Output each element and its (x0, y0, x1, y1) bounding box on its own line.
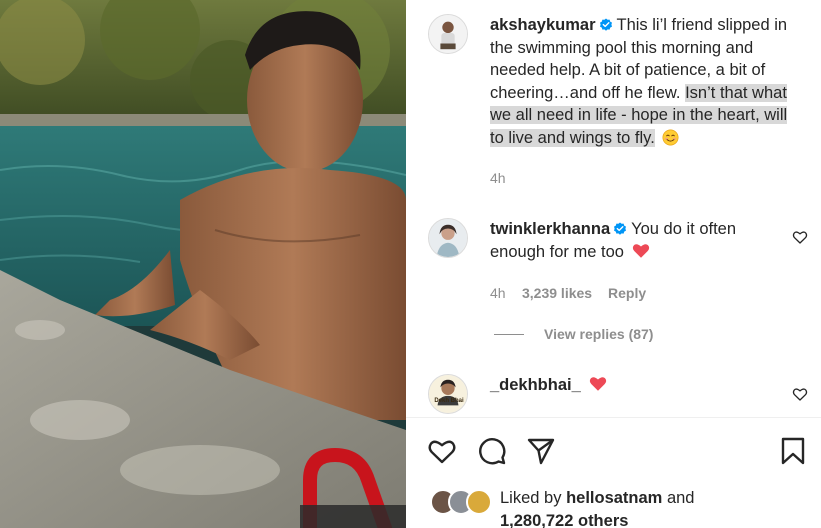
post-image[interactable] (0, 0, 406, 528)
comment-likes-count[interactable]: 3,239 likes (522, 285, 592, 301)
red-heart-icon (632, 243, 649, 258)
commenter-avatar-image (429, 375, 467, 413)
commenter-avatar-image (429, 219, 467, 257)
share-icon (527, 438, 555, 465)
bookmark-icon (781, 437, 805, 465)
save-button[interactable] (778, 436, 808, 466)
comment-like-heart-icon[interactable] (792, 229, 808, 245)
commenter-avatar[interactable] (428, 374, 468, 414)
comment-twinklerkhanna: twinklerkhanna You do it often enough for… (490, 218, 780, 263)
commenter-avatar[interactable] (428, 218, 468, 258)
replies-divider-line (494, 333, 524, 335)
share-button[interactable] (526, 436, 556, 466)
red-heart-icon (590, 377, 607, 391)
pool-photo (0, 0, 406, 528)
actions-divider (406, 417, 821, 418)
author-avatar[interactable] (428, 14, 468, 54)
liked-by-avatars[interactable] (430, 489, 496, 515)
smiling-face-icon (662, 129, 679, 145)
like-button[interactable] (427, 436, 457, 466)
liked-by-summary: Liked by hellosatnam and 1,280,722 other… (500, 487, 800, 528)
author-avatar-image (429, 15, 467, 53)
reply-button[interactable]: Reply (608, 285, 646, 301)
author-username[interactable]: akshaykumar (490, 16, 596, 34)
like-heart-icon (428, 440, 456, 464)
view-replies-label: View replies (87) (544, 326, 654, 342)
post-detail-panel: akshaykumar This li’l friend slipped in t… (406, 0, 821, 528)
post-caption: akshaykumar This li’l friend slipped in t… (490, 14, 800, 149)
liked-by-user[interactable]: hellosatnam (566, 489, 662, 507)
comment-dekhbhai: _dekhbhai_ (490, 374, 780, 397)
verified-badge-icon (599, 18, 612, 31)
reply-label: Reply (608, 285, 647, 301)
post-time[interactable]: 4h (490, 170, 506, 186)
comment-time[interactable]: 4h (490, 285, 506, 301)
comment-likes-label: 3,239 likes (522, 285, 593, 301)
liker-avatar (466, 489, 492, 515)
verified-badge-icon (614, 222, 627, 235)
view-replies-button[interactable]: View replies (87) (494, 326, 653, 342)
liked-by-prefix: Liked by (500, 489, 562, 507)
comment-icon (479, 438, 506, 465)
comment-button[interactable] (477, 436, 507, 466)
comment-like-heart-icon[interactable] (792, 386, 808, 402)
avatar-logo-text: Dekh Bhai (434, 398, 464, 404)
liked-by-connector: and (666, 489, 695, 507)
liked-by-others[interactable]: 1,280,722 others (500, 512, 628, 528)
commenter-username[interactable]: _dekhbhai_ (490, 376, 581, 394)
commenter-username[interactable]: twinklerkhanna (490, 220, 610, 238)
